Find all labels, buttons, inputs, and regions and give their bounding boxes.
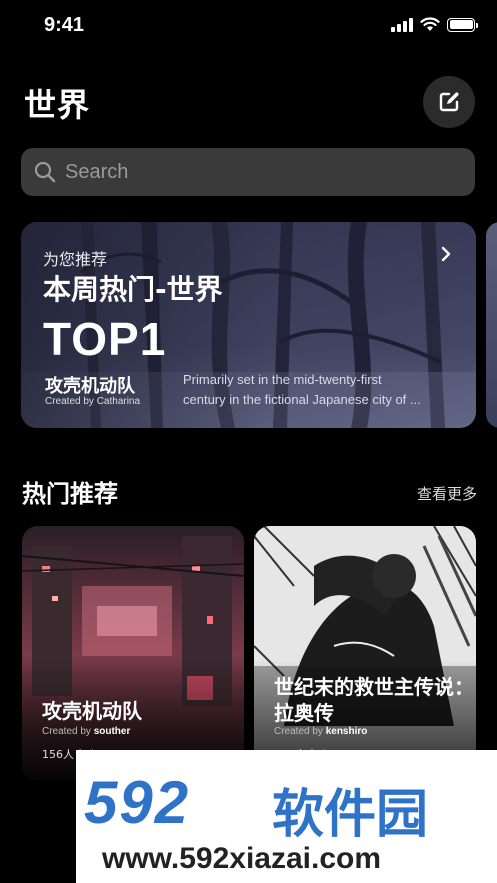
wifi-icon bbox=[420, 17, 440, 31]
featured-creator: Created by Catharina bbox=[45, 396, 141, 407]
status-bar: 9:41 bbox=[0, 0, 497, 56]
featured-title: 本周热门-世界 bbox=[43, 273, 223, 306]
featured-card[interactable]: 为您推荐 本周热门-世界 TOP1 攻壳机动队 Created by Catha… bbox=[21, 222, 476, 428]
watermark-url: www.592xiazai.com bbox=[102, 842, 382, 875]
section-title: 热门推荐 bbox=[22, 480, 118, 508]
status-icons bbox=[391, 17, 478, 32]
watermark-logo: 592 bbox=[84, 769, 191, 836]
featured-rank: TOP1 bbox=[43, 313, 167, 365]
featured-description: Primarily set in the mid-twenty-first ce… bbox=[183, 370, 455, 410]
recommend-card[interactable]: 世纪末的救世主传说：拉奥传 Created by kenshiro 156人 加… bbox=[254, 526, 476, 780]
watermark-banner: 592 软件园 www.592xiazai.com bbox=[76, 750, 497, 883]
chevron-right-icon[interactable] bbox=[436, 244, 456, 264]
battery-icon bbox=[447, 17, 478, 32]
search-icon bbox=[34, 161, 56, 183]
search-input[interactable] bbox=[65, 160, 445, 184]
card-title: 世纪末的救世主传说：拉奥传 bbox=[274, 675, 474, 725]
page-title: 世界 bbox=[24, 86, 91, 124]
featured-description-line: Primarily set in the mid-twenty-first bbox=[183, 372, 382, 387]
search-bar[interactable] bbox=[21, 148, 475, 196]
next-featured-card-peek[interactable] bbox=[486, 222, 497, 428]
edit-icon bbox=[439, 92, 459, 112]
card-title: 攻壳机动队 bbox=[42, 699, 142, 723]
watermark-brand: 软件园 bbox=[272, 785, 429, 845]
featured-world-name: 攻壳机动队 bbox=[45, 376, 135, 397]
recommend-card[interactable]: 攻壳机动队 Created by souther 156人 加入 bbox=[22, 526, 244, 780]
edit-button[interactable] bbox=[423, 76, 475, 128]
card-creator: Created by kenshiro bbox=[274, 726, 368, 737]
featured-subtitle: 为您推荐 bbox=[43, 250, 108, 269]
signal-icon bbox=[391, 17, 413, 32]
featured-description-line: century in the fictional Japanese city o… bbox=[183, 392, 421, 407]
view-more-link[interactable]: 查看更多 bbox=[417, 483, 477, 504]
card-creator: Created by souther bbox=[42, 726, 131, 737]
status-time: 9:41 bbox=[44, 14, 85, 36]
